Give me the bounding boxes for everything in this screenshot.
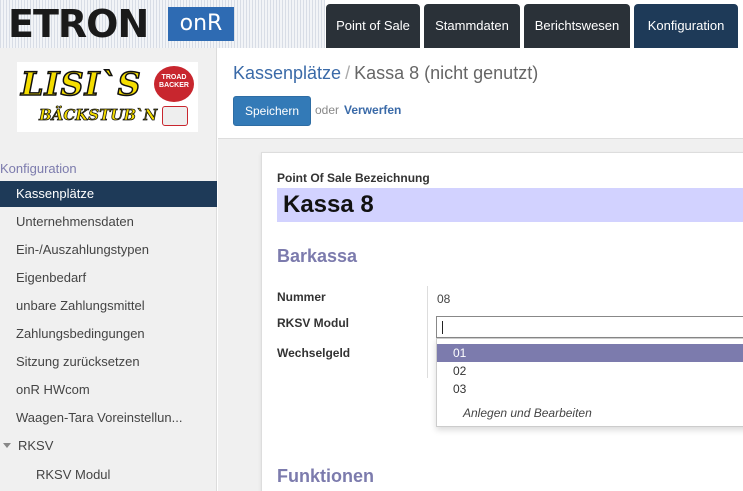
discard-link[interactable]: Verwerfen: [344, 103, 401, 117]
tab-point-of-sale[interactable]: Point of Sale: [326, 4, 420, 48]
sidebar: LISI`S BÄCKSTUB`N TROAD BACKER Konfigura…: [0, 48, 217, 491]
field-divider: [427, 286, 428, 378]
dropdown-option-02[interactable]: 02: [437, 362, 743, 380]
nummer-value: 08: [437, 292, 451, 306]
sidebar-item-sitzung-zuruecksetzen[interactable]: Sitzung zurücksetzen: [0, 349, 217, 375]
tab-konfiguration[interactable]: Konfiguration: [634, 4, 738, 48]
text-cursor: [442, 321, 443, 334]
breadcrumb: Kassenplätze / Kassa 8 (nicht genutzt): [233, 63, 538, 84]
sidebar-item-rksv[interactable]: RKSV: [0, 433, 217, 459]
sidebar-item-unbare-zahlungsmittel[interactable]: unbare Zahlungsmittel: [0, 293, 217, 319]
sidebar-section-title: Konfiguration: [0, 161, 77, 176]
sidebar-item-unternehmensdaten[interactable]: Unternehmensdaten: [0, 209, 217, 235]
company-logo-subtitle: BÄCKSTUB`N: [39, 106, 158, 125]
dropdown-option-01[interactable]: 01: [437, 344, 743, 362]
breadcrumb-parent-link[interactable]: Kassenplätze: [233, 63, 341, 83]
group-title-funktionen: Funktionen: [277, 466, 374, 486]
breadcrumb-separator: /: [345, 63, 351, 83]
seal-text: TROAD BACKER: [159, 74, 189, 89]
wechselgeld-label: Wechselgeld: [277, 346, 351, 360]
main-content: Kassenplätze / Kassa 8 (nicht genutzt) Spe…: [218, 48, 743, 491]
seal-icon: TROAD BACKER: [154, 66, 194, 102]
caret-down-icon: [3, 443, 11, 449]
sidebar-item-onr-hwcom[interactable]: onR HWcom: [0, 377, 217, 403]
top-header: ETRON onR Point of Sale Stammdaten Beric…: [0, 0, 743, 48]
tab-berichtswesen[interactable]: Berichtswesen: [524, 4, 630, 48]
sidebar-item-ein-auszahlungstypen[interactable]: Ein-/Auszahlungstypen: [0, 237, 217, 263]
breadcrumb-current: Kassa 8 (nicht genutzt): [354, 63, 539, 83]
rksv-modul-label: RKSV Modul: [277, 316, 349, 330]
sidebar-item-eigenbedarf[interactable]: Eigenbedarf: [0, 265, 217, 291]
sidebar-item-waagen-tara[interactable]: Waagen-Tara Voreinstellun...: [0, 405, 217, 431]
pos-name-label: Point Of Sale Bezeichnung: [277, 171, 430, 185]
tab-stammdaten[interactable]: Stammdaten: [424, 4, 520, 48]
award-icon: [162, 106, 188, 126]
save-button[interactable]: Speichern: [233, 96, 311, 126]
or-text: oder: [315, 103, 340, 117]
rksv-modul-input[interactable]: [436, 316, 743, 338]
company-logo-name: LISI`S: [20, 65, 142, 103]
onr-logo-badge: onR: [168, 7, 234, 41]
nummer-label: Nummer: [277, 290, 326, 304]
form-sheet-background: Point Of Sale Bezeichnung Kassa 8 Barkas…: [218, 138, 743, 491]
etron-logo: ETRON: [8, 2, 149, 46]
sidebar-item-rksv-modul[interactable]: RKSV Modul: [0, 462, 217, 488]
dropdown-option-03[interactable]: 03: [437, 380, 743, 398]
pos-name-input[interactable]: Kassa 8: [277, 188, 743, 222]
form-sheet: Point Of Sale Bezeichnung Kassa 8 Barkas…: [261, 152, 743, 491]
sidebar-item-zahlungsbedingungen[interactable]: Zahlungsbedingungen: [0, 321, 217, 347]
group-title-barkassa: Barkassa: [277, 246, 358, 266]
sidebar-item-kassenplaetze[interactable]: Kassenplätze: [0, 181, 217, 207]
sidebar-item-rksv-label: RKSV: [18, 438, 54, 453]
app-window: ETRON onR Point of Sale Stammdaten Beric…: [0, 0, 743, 491]
company-logo: LISI`S BÄCKSTUB`N TROAD BACKER: [17, 62, 198, 132]
dropdown-create-and-edit[interactable]: Anlegen und Bearbeiten: [463, 406, 592, 420]
rksv-modul-dropdown: 01 02 03 Anlegen und Bearbeiten: [436, 338, 743, 427]
